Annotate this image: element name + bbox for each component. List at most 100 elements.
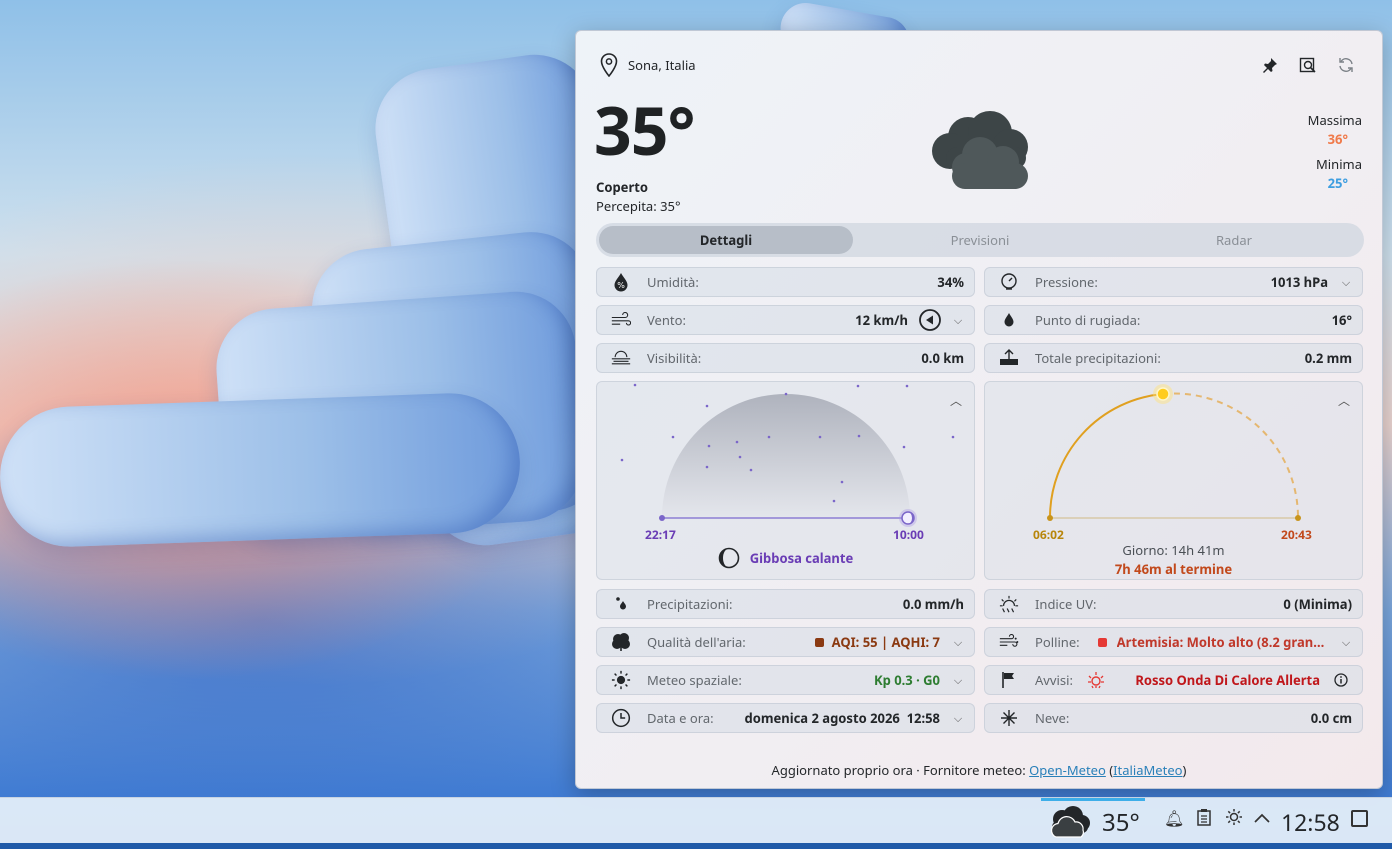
brightness-icon[interactable] [1224,808,1244,828]
uv-row: Indice UV: 0 (Minima) [984,589,1363,619]
search-map-icon [1299,57,1316,73]
collapse-icon[interactable]: ︿ [1338,392,1350,409]
rain-drops-icon [616,597,626,610]
footer: Aggiornato proprio ora · Fornitore meteo… [771,761,1187,779]
datetime-value: domenica 2 agosto 2026 12:58 [744,709,940,727]
humidity-value: 34% [937,273,964,291]
air-quality-row[interactable]: Qualità dell'aria: AQI: 55 | AQHI: 7 ⌵ [596,627,975,657]
moonset-time: 10:00 [893,526,924,543]
pressure-value: 1013 hPa [1270,273,1328,291]
alert-value: Rosso Onda Di Calore Allerta [1135,671,1320,689]
wind-value: 12 km/h [855,311,908,329]
location-pin-icon [600,53,618,77]
aqi-color-swatch [814,637,824,647]
moon-card: ︿ 22:17 10:00 Gibbosa calante [596,381,975,580]
total-precip-row: Totale precipitazioni: 0.2 mm [984,343,1363,373]
chevron-down-icon[interactable]: ⌵ [950,313,966,328]
collapse-icon[interactable]: ︿ [950,392,962,409]
humidity-row: % Umidità: 34% [596,267,975,297]
taskbar-temperature: 35° [1102,805,1140,839]
low-label: Minima [1316,155,1362,173]
space-weather-sun-icon [611,670,631,690]
datetime-row[interactable]: Data e ora: domenica 2 agosto 2026 12:58… [596,703,975,733]
high-low: Massima 36° Minima 25° [1308,111,1362,193]
wind-row[interactable]: Vento: 12 km/h ⌵ [596,305,975,335]
flag-icon [1002,672,1014,688]
air-quality-value: AQI: 55 | AQHI: 7 [831,633,940,651]
clipboard-icon[interactable] [1194,808,1214,828]
chevron-down-icon[interactable]: ⌵ [950,711,966,726]
taskbar: 35° 🔔︎ 12:58 [0,797,1392,849]
info-icon[interactable] [1334,673,1348,687]
visibility-value: 0.0 km [921,349,964,367]
refresh-icon [1339,58,1353,72]
pin-icon [1263,58,1277,73]
snow-row: Neve: 0.0 cm [984,703,1363,733]
precip-row: Precipitazioni: 0.0 mm/h [596,589,975,619]
alarm-bell-icon[interactable]: 🔔︎ [1164,808,1184,828]
current-temperature: 35° [594,85,695,175]
svg-text:%: % [617,281,625,290]
open-meteo-link[interactable]: Open-Meteo [1029,761,1106,779]
active-indicator [1041,798,1145,801]
wind-direction-icon [919,309,941,331]
show-desktop-icon[interactable] [1351,810,1368,827]
tab-details[interactable]: Dettagli [599,226,853,254]
moon-phase-label: Gibbosa calante [749,549,854,567]
daylight-length: Giorno: 14h 41m [1122,541,1225,559]
uv-value: 0 (Minima) [1283,595,1352,613]
location-label: Sona, Italia [628,56,696,74]
precip-value: 0.0 mm/h [902,595,964,613]
uv-sun-icon [999,595,1019,613]
humidity-icon: % [614,273,628,292]
alerts-row[interactable]: Avvisi: Rosso Onda Di Calore Allerta [984,665,1363,695]
pollen-wind-icon [999,634,1019,647]
italiameteo-link[interactable]: ItaliaMeteo [1113,761,1182,779]
moon-phase: Gibbosa calante [597,547,974,569]
moonrise-time: 22:17 [645,526,676,543]
total-precip-value: 0.2 mm [1304,349,1352,367]
precip-total-icon [1000,349,1018,365]
heat-alert-icon [1087,672,1104,689]
wind-icon [611,312,631,326]
high-label: Massima [1307,111,1362,129]
chevron-down-icon[interactable]: ⌵ [1338,635,1354,650]
pressure-gauge-icon [1001,273,1017,290]
pollen-color-swatch [1097,637,1107,647]
search-location-button[interactable] [1298,55,1318,75]
tab-bar: Dettagli Previsioni Radar [596,223,1364,257]
chevron-down-icon[interactable]: ⌵ [950,635,966,650]
visibility-row: Visibilità: 0.0 km [596,343,975,373]
condition-label: Coperto [596,178,649,196]
chevron-up-icon[interactable] [1252,808,1272,828]
air-quality-icon [612,633,630,651]
pollen-row[interactable]: Polline: Artemisia: Molto alto (8.2 gran… [984,627,1363,657]
space-weather-row[interactable]: Meteo spaziale: Kp 0.3 · G0 ⌵ [596,665,975,695]
cloud-icon [1050,806,1090,838]
feels-like-label: Percepita: 35° [596,197,681,215]
refresh-button[interactable] [1336,55,1356,75]
clock-icon [611,708,631,728]
moon-phase-icon [718,547,740,569]
dew-point-value: 16° [1331,311,1352,329]
tab-radar[interactable]: Radar [1107,226,1361,254]
location: Sona, Italia [600,53,696,77]
dew-drop-icon [1004,313,1014,327]
taskbar-weather-widget[interactable]: 35° [1046,804,1140,840]
snow-value: 0.0 cm [1310,709,1352,727]
footer-text: Aggiornato proprio ora · Fornitore meteo… [771,761,1030,779]
pin-button[interactable] [1260,55,1280,75]
fog-icon [611,350,631,365]
dew-point-row: Punto di rugiada: 16° [984,305,1363,335]
tab-forecast[interactable]: Previsioni [853,226,1107,254]
overcast-cloud-icon [932,111,1028,189]
pressure-row[interactable]: Pressione: 1013 hPa ⌵ [984,267,1363,297]
taskbar-clock[interactable]: 12:58 [1281,806,1340,838]
space-weather-value: Kp 0.3 · G0 [873,671,940,689]
taskbar-bottom-bar [0,843,1392,849]
daylight-remaining: 7h 46m al termine [1114,560,1233,578]
snowflake-icon [1001,710,1017,726]
weather-popup: Sona, Italia 35° Coperto Percepita: 35° … [575,30,1383,789]
chevron-down-icon[interactable]: ⌵ [950,673,966,688]
chevron-down-icon[interactable]: ⌵ [1338,275,1354,290]
